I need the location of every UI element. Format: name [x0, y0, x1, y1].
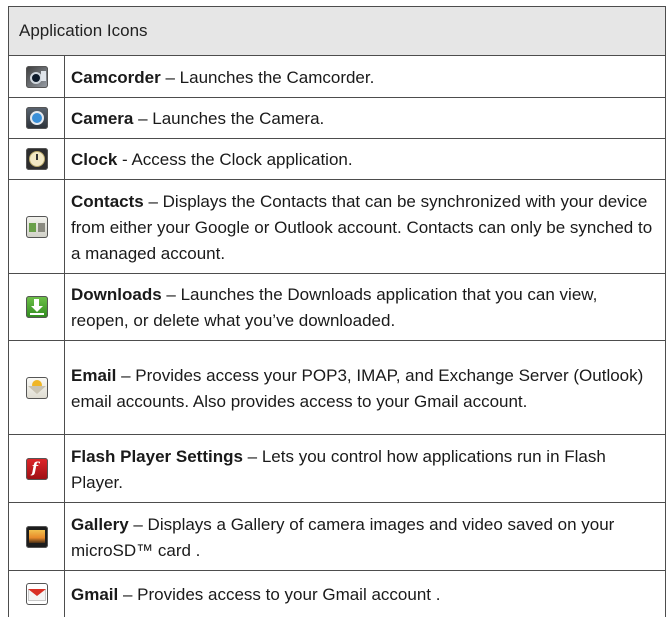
table-row: f Flash Player Settings – Lets you contr…: [8, 435, 666, 503]
downloads-icon: [25, 296, 48, 318]
table-row: Gmail – Provides access to your Gmail ac…: [8, 571, 666, 617]
row-description: Camcorder – Launches the Camcorder.: [65, 56, 665, 97]
icon-cell: [9, 180, 65, 273]
row-description: Camera – Launches the Camera.: [65, 98, 665, 138]
camera-icon: [25, 107, 48, 129]
row-description: Email – Provides access your POP3, IMAP,…: [65, 341, 665, 434]
email-icon: [25, 376, 48, 399]
app-desc: – Displays the Contacts that can be sync…: [71, 191, 653, 263]
row-description: Contacts – Displays the Contacts that ca…: [65, 180, 665, 273]
app-name: Contacts: [71, 191, 144, 211]
row-description: Downloads – Launches the Downloads appli…: [65, 274, 665, 340]
icon-cell: [9, 341, 65, 434]
table-header: Application Icons: [8, 6, 666, 56]
icon-cell: [9, 571, 65, 617]
app-desc: – Launches the Camera.: [133, 109, 325, 128]
icon-cell: [9, 56, 65, 97]
app-desc: – Launches the Camcorder.: [160, 67, 375, 87]
app-name: Downloads: [71, 285, 162, 304]
table-row: Camera – Launches the Camera.: [8, 98, 666, 139]
table-row: Email – Provides access your POP3, IMAP,…: [8, 341, 666, 435]
icon-cell: [9, 139, 65, 179]
flash-player-icon: f: [25, 457, 48, 480]
gmail-icon: [25, 583, 48, 605]
icon-cell: f: [9, 435, 65, 502]
app-name: Clock: [71, 150, 118, 169]
table-row: Gallery – Displays a Gallery of camera i…: [8, 503, 666, 571]
application-icons-table: Application Icons Camcorder – Launches t…: [8, 6, 666, 617]
app-name: Email: [71, 365, 117, 385]
gallery-icon: [25, 525, 48, 548]
table-row: Contacts – Displays the Contacts that ca…: [8, 180, 666, 274]
icon-cell: [9, 503, 65, 570]
app-name: Camera: [71, 109, 134, 128]
app-name: Flash Player Settings: [71, 446, 243, 466]
app-desc: – Displays a Gallery of camera images an…: [71, 514, 615, 560]
clock-icon: [25, 148, 48, 170]
row-description: Flash Player Settings – Lets you control…: [65, 435, 665, 502]
table-title: Application Icons: [19, 21, 148, 40]
row-description: Clock - Access the Clock application.: [65, 139, 665, 179]
app-desc: - Access the Clock application.: [117, 150, 353, 169]
table-row: Clock - Access the Clock application.: [8, 139, 666, 180]
camcorder-icon: [25, 65, 48, 88]
icon-cell: [9, 274, 65, 340]
icon-cell: [9, 98, 65, 138]
app-name: Gallery: [71, 514, 129, 534]
row-description: Gmail – Provides access to your Gmail ac…: [65, 571, 665, 617]
app-desc: – Provides access your POP3, IMAP, and E…: [71, 365, 644, 411]
app-name: Gmail: [71, 585, 119, 604]
table-row: Camcorder – Launches the Camcorder.: [8, 56, 666, 98]
contacts-icon: [25, 215, 48, 238]
table-row: Downloads – Launches the Downloads appli…: [8, 274, 666, 341]
row-description: Gallery – Displays a Gallery of camera i…: [65, 503, 665, 570]
app-name: Camcorder: [71, 67, 161, 87]
app-desc: – Provides access to your Gmail account …: [118, 585, 441, 604]
